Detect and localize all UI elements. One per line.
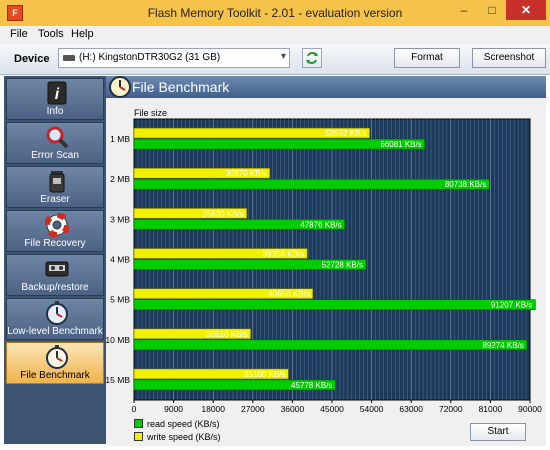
menu-tools[interactable]: Tools [38,28,64,40]
start-button[interactable]: Start [470,423,526,441]
panel-title: File Benchmark [132,79,230,95]
panel-header: File Benchmark [106,76,546,98]
legend-label: read speed (KB/s) [147,419,220,429]
title-bar: F Flash Memory Toolkit - 2.01 - evaluati… [0,0,550,27]
info-icon: i [47,81,67,105]
menu-file[interactable]: File [10,28,28,40]
sidebar-item-eraser[interactable]: Eraser [6,166,104,208]
device-select-value: (H:) KingstonDTR30G2 (31 GB) [79,52,221,63]
sidebar-item-backup-restore[interactable]: Backup/restore [6,254,104,296]
maximize-button[interactable]: □ [478,0,506,20]
legend-item-write: write speed (KB/s) [134,432,221,442]
sidebar-item-label: Info [46,106,64,117]
legend-swatch [134,432,143,441]
sidebar-item-error-scan[interactable]: Error Scan [6,122,104,164]
magnifier-icon [46,126,69,149]
panel-body [106,98,546,446]
sidebar-item-label: Backup/restore [21,282,89,293]
svg-text:i: i [55,86,60,103]
lifebuoy-icon [45,213,69,237]
device-bar: Device (H:) KingstonDTR30G2 (31 GB) ▾ Fo… [0,44,550,75]
format-button[interactable]: Format [394,48,460,68]
legend-label: write speed (KB/s) [147,432,221,442]
close-button[interactable]: ✕ [506,0,546,20]
device-select[interactable]: (H:) KingstonDTR30G2 (31 GB) ▾ [58,48,290,68]
stopwatch-icon [46,345,68,369]
device-label: Device [14,53,50,65]
sidebar-item-low-level-benchmark[interactable]: Low-level Benchmark [6,298,104,340]
screenshot-button[interactable]: Screenshot [472,48,546,68]
legend-item-read: read speed (KB/s) [134,419,220,429]
sidebar-item-info[interactable]: i Info [6,78,104,120]
sidebar-item-file-recovery[interactable]: File Recovery [6,210,104,252]
drive-icon [63,55,75,61]
sidebar-item-file-benchmark[interactable]: File Benchmark [6,342,104,384]
y-axis-label: File size [134,108,168,118]
sidebar-item-label: File Benchmark [20,370,90,381]
sidebar-item-label: File Recovery [24,238,86,249]
sidebar-item-label: Low-level Benchmark [7,326,103,337]
trash-bin-icon [49,171,65,193]
sidebar-item-label: Error Scan [31,150,79,161]
sidebar-item-label: Eraser [40,194,70,205]
sidebar: i Info Error Scan Eraser File Recovery B… [4,76,106,444]
refresh-icon [306,52,318,64]
minimize-button[interactable]: – [450,0,478,20]
menu-help[interactable]: Help [71,28,94,40]
chevron-down-icon: ▾ [280,51,286,62]
stopwatch-icon [46,301,68,325]
legend-swatch [134,419,143,428]
tape-cassette-icon [45,261,69,277]
refresh-button[interactable] [302,48,322,68]
stopwatch-icon [109,76,131,98]
menu-bar: File Tools Help [0,26,550,44]
